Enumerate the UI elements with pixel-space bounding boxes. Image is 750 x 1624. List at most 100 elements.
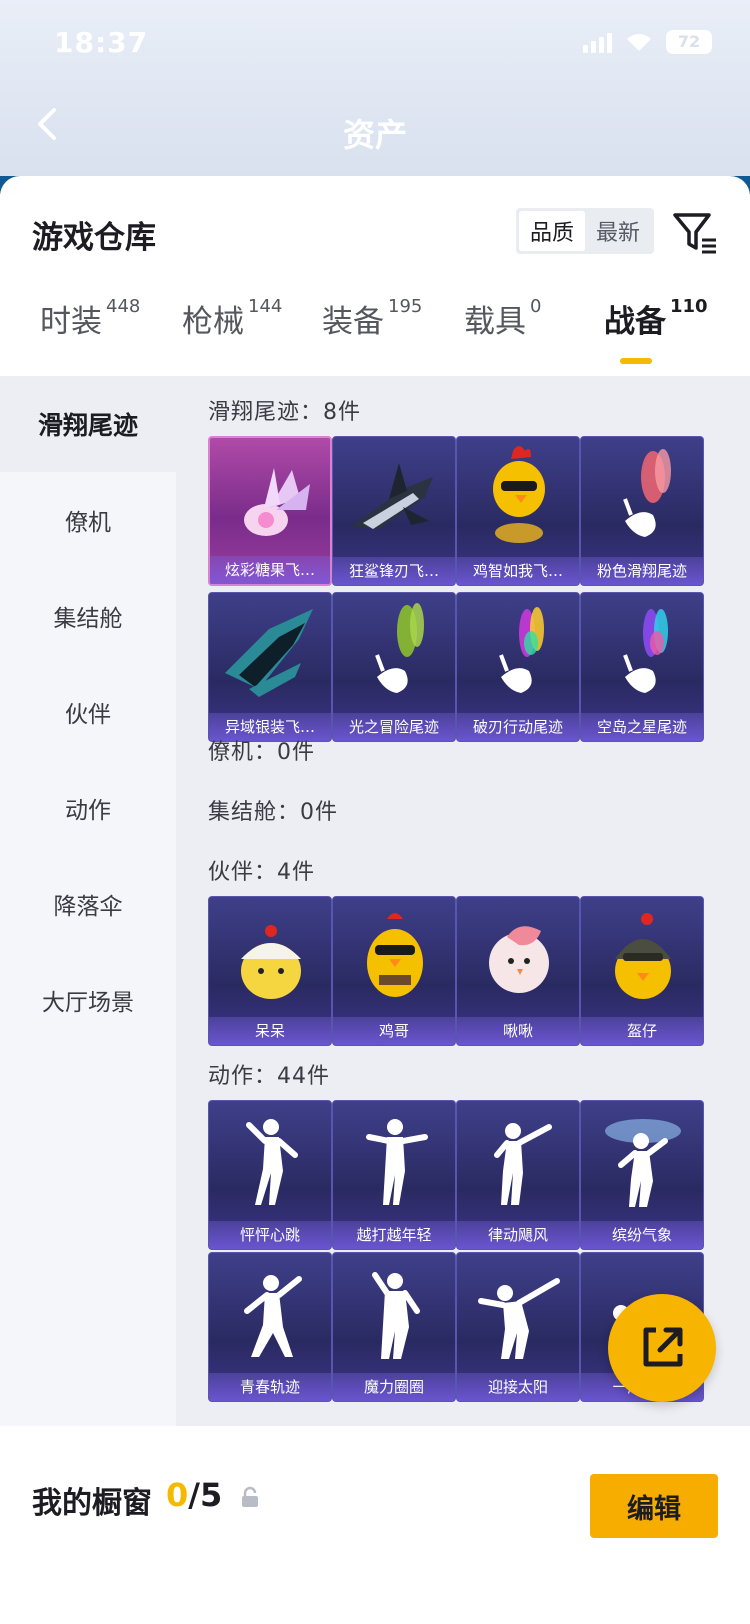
tab-count: 195 [388,296,423,317]
sort-quality-button[interactable]: 品质 [519,211,585,251]
item-tile[interactable]: 缤纷气象 [580,1100,704,1250]
sidebar: 滑翔尾迹 僚机 集结舱 伙伴 动作 降落伞 大厅场景 [0,376,176,1426]
showcase-current: 0 [166,1476,189,1514]
tab-label: 载具 [464,304,526,340]
item-name: 呆呆 [209,1017,331,1045]
category-tabs: 时装 448 枪械 144 装备 195 载具 0 战备 110 [0,296,750,366]
item-tile[interactable]: 狂鲨锋刃飞… [332,436,456,586]
pink-trail-image [623,449,671,537]
sidebar-item-wingman[interactable]: 僚机 [0,472,176,568]
item-name: 光之冒险尾迹 [333,713,455,741]
tab-count: 110 [670,296,708,317]
item-name: 空岛之星尾迹 [581,713,703,741]
item-tile[interactable]: 啾啾 [456,896,580,1046]
item-tile[interactable]: 炫彩糖果飞… [208,436,332,586]
daidai-chick-image [241,925,301,999]
share-button[interactable] [608,1294,716,1402]
tab-fashion[interactable]: 时装 448 [40,296,140,341]
item-name: 粉色滑翔尾迹 [581,557,703,585]
sidebar-item-partner[interactable]: 伙伴 [0,664,176,760]
dancer-silhouette-image [366,1119,428,1205]
jiujiu-bird-image [489,926,549,993]
tab-count: 448 [106,296,141,317]
item-name: 怦怦心跳 [209,1221,331,1249]
dancer-silhouette-image [605,1119,681,1207]
wifi-icon [627,34,651,51]
item-tile[interactable]: 空岛之星尾迹 [580,592,704,742]
section-title-wingman: 僚机：0件 [208,740,315,765]
shark-glider-image [351,463,433,529]
item-name: 鸡智如我飞… [457,557,579,585]
item-name: 破刃行动尾迹 [457,713,579,741]
item-tile[interactable]: 律动飓风 [456,1100,580,1250]
light-adventure-trail-image [375,603,424,693]
tab-label: 枪械 [182,304,244,340]
tab-label: 装备 [322,304,384,340]
item-tile[interactable]: 迎接太阳 [456,1252,580,1402]
sidebar-item-parachute[interactable]: 降落伞 [0,856,176,952]
top-bar: 18:37 72 资产 [0,0,750,176]
item-name: 魔力圈圈 [333,1373,455,1401]
item-name: 鸡哥 [333,1017,455,1045]
item-grid: 滑翔尾迹：8件 炫彩糖果飞… 狂鲨锋刃飞… 鸡智如我飞… 粉色滑翔尾迹 异域银装… [176,376,750,1426]
page-title: 资产 [342,116,407,154]
item-name: 炫彩糖果飞… [210,556,330,584]
item-tile[interactable]: 光之冒险尾迹 [332,592,456,742]
section-title-partner: 伙伴：4件 [208,860,315,885]
lock-icon [242,1486,258,1507]
item-tile[interactable]: 怦怦心跳 [208,1100,332,1250]
status-icons: 72 [583,30,712,54]
item-name: 缤纷气象 [581,1221,703,1249]
sort-newest-button[interactable]: 最新 [585,211,651,251]
helmet-chick-image [615,913,671,999]
item-tile[interactable]: 青春轨迹 [208,1252,332,1402]
tab-weapons[interactable]: 枪械 144 [182,296,282,341]
item-tile[interactable]: 粉色滑翔尾迹 [580,436,704,586]
item-name: 迎接太阳 [457,1373,579,1401]
sort-toggle: 品质 最新 [516,208,654,254]
tab-battle-prep[interactable]: 战备 110 [604,296,708,341]
item-tile[interactable]: 呆呆 [208,896,332,1046]
showcase-count: 0/5 [166,1476,222,1514]
item-tile[interactable]: 魔力圈圈 [332,1252,456,1402]
dancer-silhouette-image [372,1272,420,1359]
dancer-silhouette-image [244,1275,302,1357]
tab-vehicles[interactable]: 载具 0 [464,296,541,341]
item-name: 律动飓风 [457,1221,579,1249]
signal-icon [583,31,612,53]
showcase-bar: 我的橱窗 0/5 编辑 [0,1436,750,1624]
item-name: 狂鲨锋刃飞… [333,557,455,585]
tab-label: 战备 [604,304,666,340]
candy-glider-image [244,468,310,536]
status-time: 18:37 [54,26,149,59]
sidebar-item-emote[interactable]: 动作 [0,760,176,856]
item-name: 青春轨迹 [209,1373,331,1401]
showcase-total: /5 [188,1476,223,1514]
section-title-emote: 动作：44件 [208,1064,330,1089]
export-icon [643,1327,683,1367]
item-tile[interactable]: 鸡哥 [332,896,456,1046]
tab-label: 时装 [40,304,102,340]
item-name: 盔仔 [581,1017,703,1045]
sidebar-item-lobby-scene[interactable]: 大厅场景 [0,952,176,1048]
chicken-bro-image [367,913,423,997]
item-tile[interactable]: 盔仔 [580,896,704,1046]
filter-icon[interactable] [672,210,718,256]
tab-count: 0 [530,296,542,317]
item-tile[interactable]: 鸡智如我飞… [456,436,580,586]
item-tile[interactable]: 越打越年轻 [332,1100,456,1250]
battery-indicator: 72 [666,30,712,54]
item-name: 越打越年轻 [333,1221,455,1249]
warehouse-title: 游戏仓库 [32,220,156,256]
item-tile[interactable]: 破刃行动尾迹 [456,592,580,742]
sky-island-trail-image [623,609,668,693]
dancer-silhouette-image [246,1119,298,1205]
edit-button[interactable]: 编辑 [590,1474,718,1538]
exotic-glider-image [225,609,313,697]
tab-equipment[interactable]: 装备 195 [322,296,422,341]
item-tile[interactable]: 异域银装飞… [208,592,332,742]
chicken-glider-image [493,446,545,543]
sidebar-item-glide-trail[interactable]: 滑翔尾迹 [0,376,176,472]
sidebar-item-pod[interactable]: 集结舱 [0,568,176,664]
item-name: 啾啾 [457,1017,579,1045]
